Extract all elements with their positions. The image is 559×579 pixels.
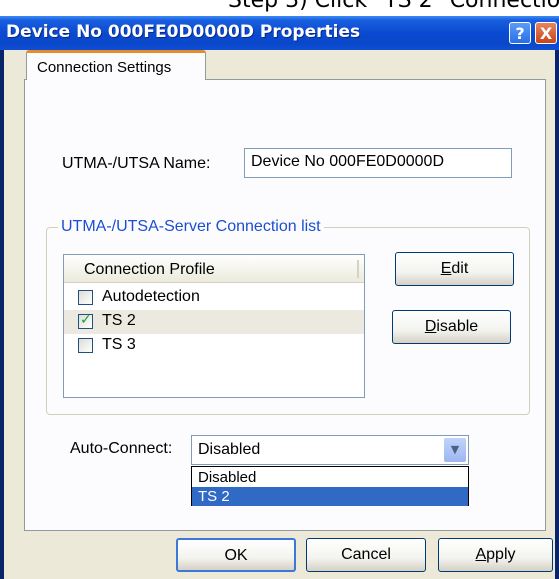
check-icon: ✓ — [80, 312, 92, 328]
page: Step 3) Click "TS 2" Connection Profile.… — [0, 0, 559, 579]
auto-connect-select[interactable]: Disabled ▼ — [191, 435, 469, 465]
checkbox[interactable] — [78, 338, 93, 353]
list-item-label: TS 2 — [102, 312, 136, 329]
chevron-down-icon[interactable]: ▼ — [444, 438, 466, 462]
list-item-label: Autodetection — [102, 288, 200, 305]
title-bar[interactable]: Device No 000FE0D0000D Properties ? X — [0, 16, 559, 50]
close-icon[interactable]: X — [535, 22, 557, 44]
checkbox[interactable] — [78, 290, 93, 305]
disable-label-accel: D — [424, 318, 437, 335]
header-divider[interactable] — [357, 260, 359, 278]
help-icon[interactable]: ? — [509, 22, 531, 44]
instruction-caption: Step 3) Click "TS 2" Connection Profile. — [228, 0, 559, 13]
tab-connection-settings[interactable]: Connection Settings — [26, 50, 206, 80]
dropdown-option-ts2[interactable]: TS 2 — [192, 487, 468, 506]
list-item-label: TS 3 — [102, 336, 136, 353]
disable-label-post: isable — [436, 318, 479, 335]
auto-connect-dropdown: Disabled TS 2 — [191, 466, 469, 506]
list-item-ts3[interactable]: TS 3 — [64, 334, 364, 358]
apply-label-accel: A — [475, 546, 487, 563]
apply-label-post: pply — [486, 546, 516, 563]
checkbox[interactable]: ✓ — [78, 312, 93, 329]
window-title: Device No 000FE0D0000D Properties — [6, 22, 361, 42]
edit-button[interactable]: Edit — [395, 252, 514, 286]
edit-label-post: dit — [451, 260, 469, 277]
apply-button[interactable]: Apply — [438, 538, 553, 572]
ok-button[interactable]: OK — [176, 538, 296, 572]
list-item-autodetection[interactable]: Autodetection — [64, 286, 364, 310]
list-header-connection-profile[interactable]: Connection Profile — [64, 255, 364, 283]
group-title: UTMA-/UTSA-Server Connection list — [58, 218, 324, 236]
dropdown-option-disabled[interactable]: Disabled — [192, 468, 468, 487]
disable-button[interactable]: Disable — [392, 310, 511, 344]
name-label: UTMA-/UTSA Name: — [62, 155, 211, 172]
auto-connect-label: Auto-Connect: — [70, 440, 173, 457]
name-input[interactable]: Device No 000FE0D0000D — [244, 148, 512, 178]
edit-label-accel: E — [440, 260, 452, 277]
cancel-button[interactable]: Cancel — [306, 538, 426, 572]
list-item-ts2[interactable]: ✓ TS 2 — [64, 310, 364, 334]
auto-connect-value: Disabled — [198, 441, 261, 458]
